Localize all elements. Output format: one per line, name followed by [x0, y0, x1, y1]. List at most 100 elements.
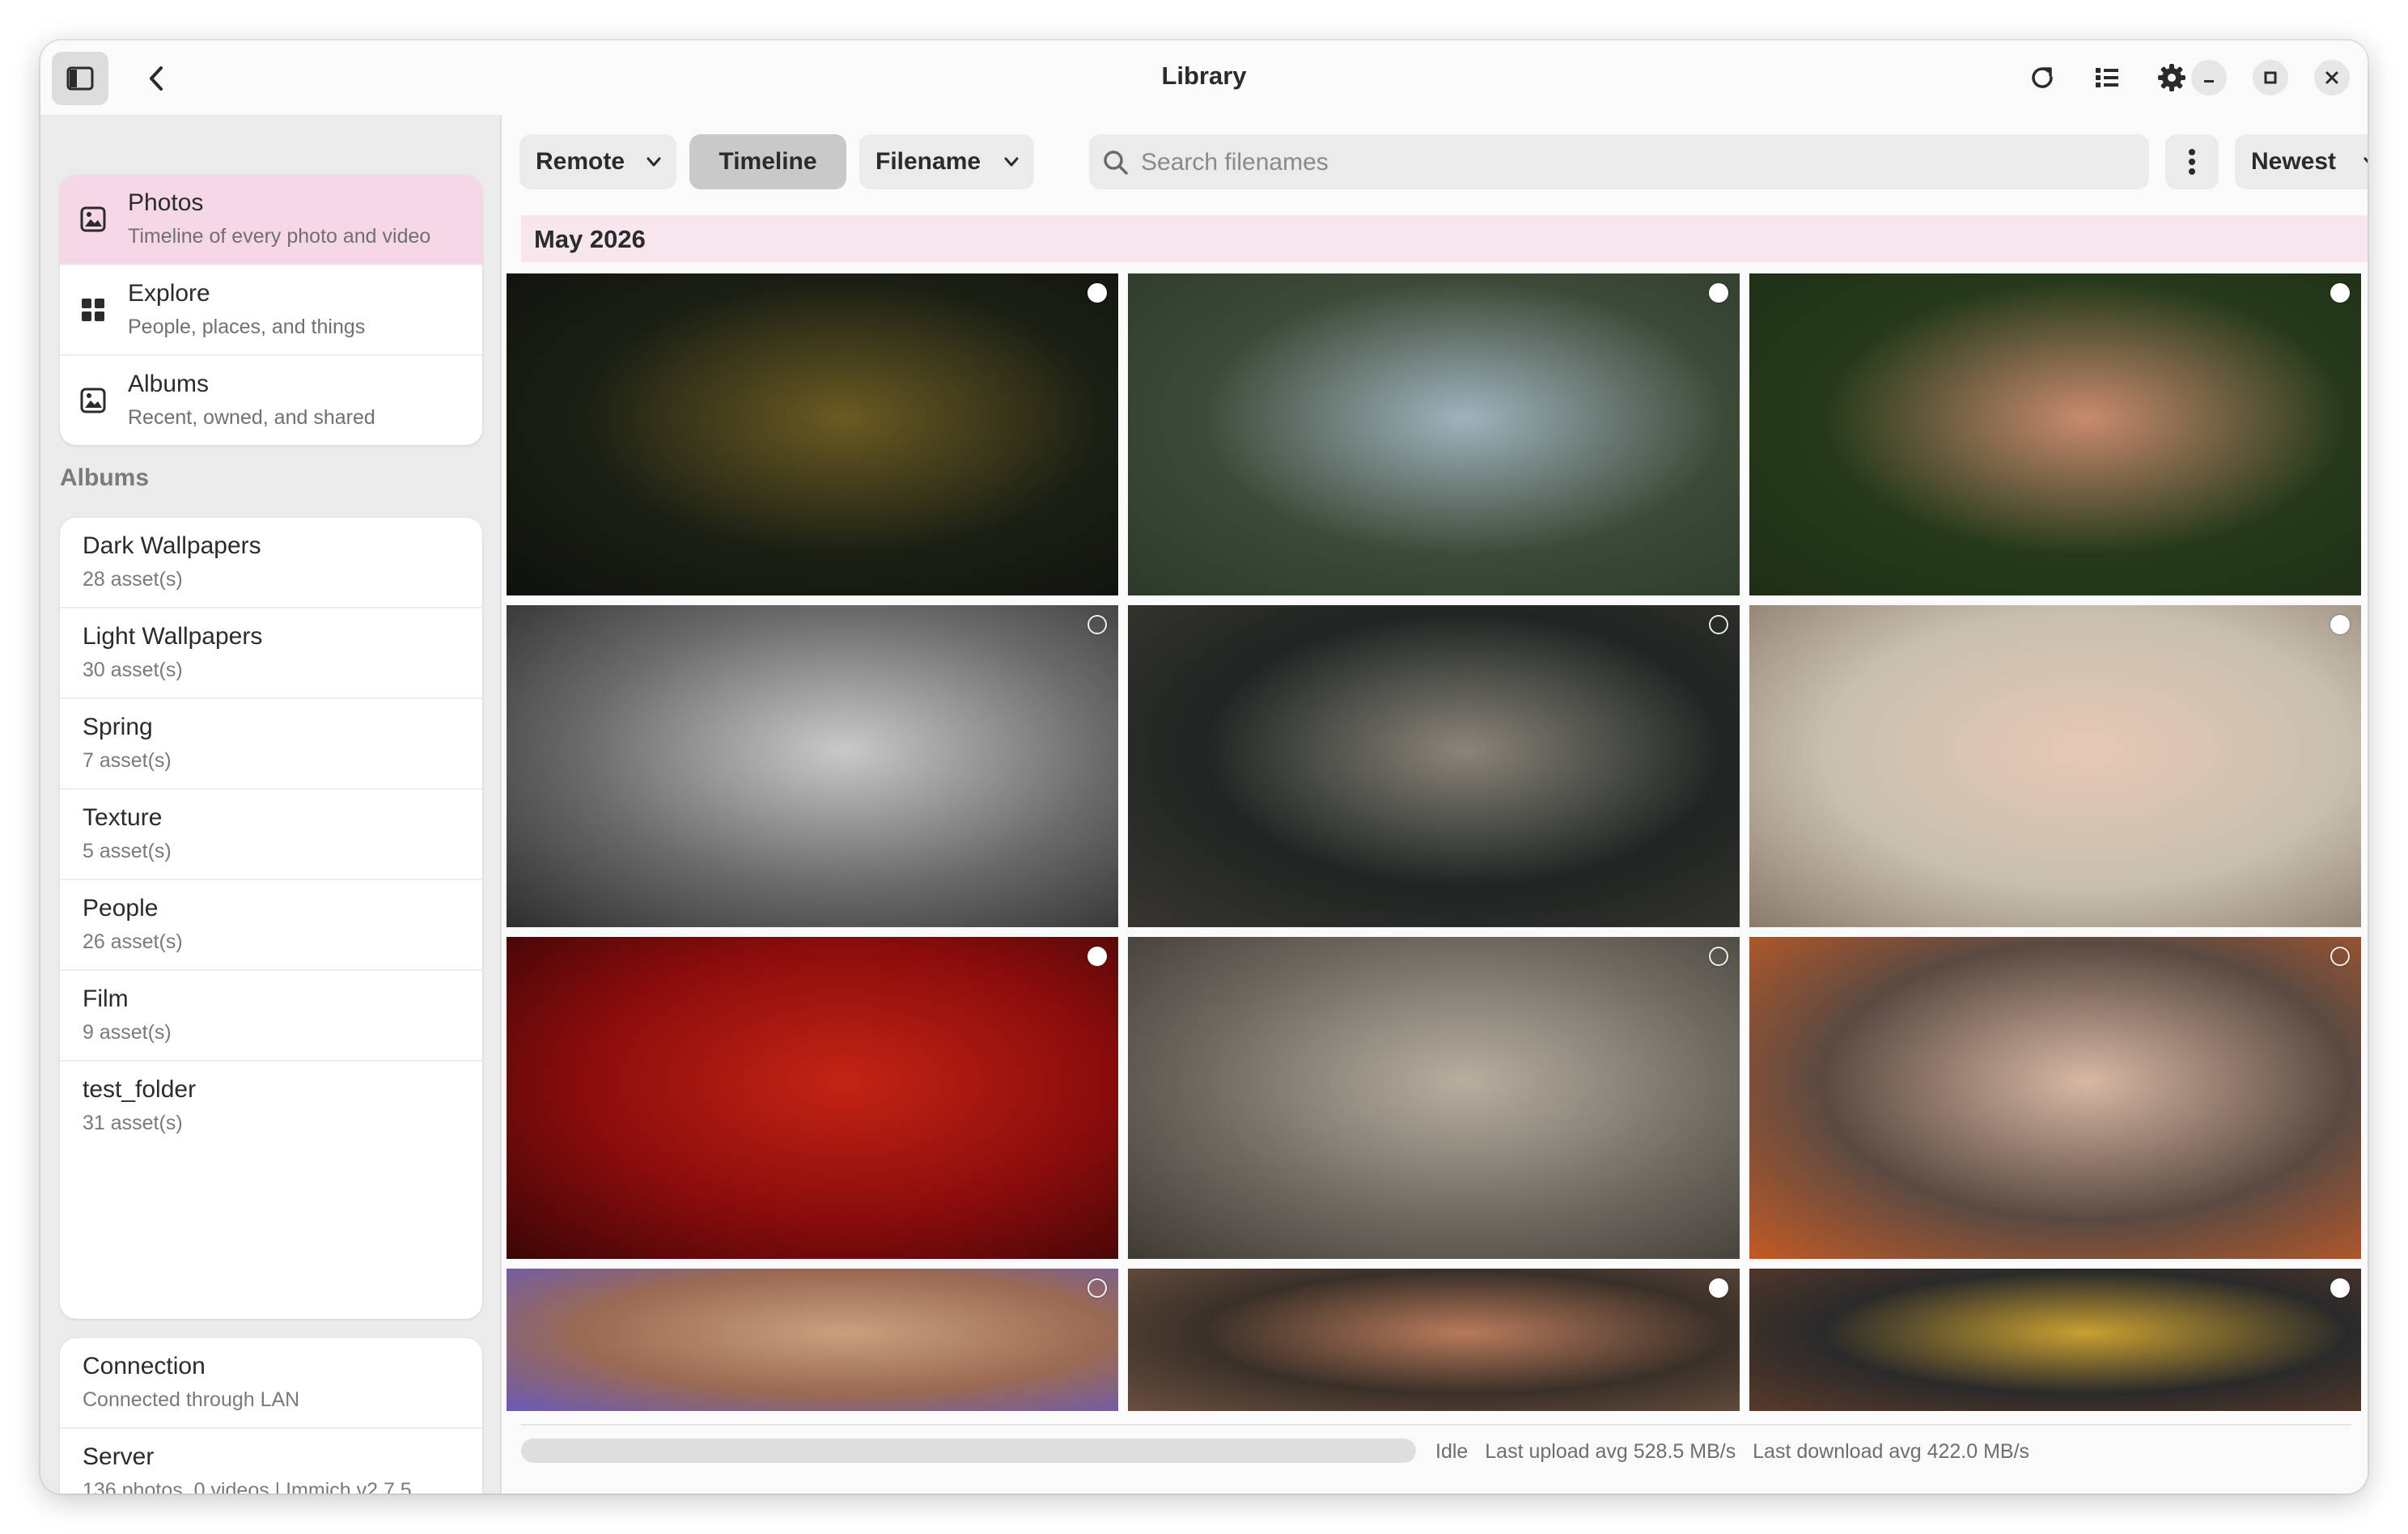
main-content: Remote Timeline Filename Newest: [502, 115, 2368, 1494]
selection-indicator[interactable]: [1087, 615, 1107, 634]
status-state: Idle: [1435, 1440, 1469, 1463]
photo-party[interactable]: [1128, 1269, 1740, 1411]
photo-sunglasses-bw[interactable]: [507, 605, 1118, 927]
album-count: 26 asset(s): [83, 930, 183, 953]
server-subtitle: 136 photos, 0 videos | Immich v2.7.5: [83, 1479, 412, 1494]
photo-father-baby[interactable]: [1128, 605, 1740, 927]
chevron-down-icon: [1004, 157, 1019, 167]
chevron-down-icon: [647, 157, 661, 167]
search-icon: [1104, 150, 1128, 175]
photo-goggles[interactable]: [507, 1269, 1118, 1411]
date-section-label: May 2026: [534, 225, 646, 253]
server-status[interactable]: Server 136 photos, 0 videos | Immich v2.…: [60, 1429, 482, 1494]
selection-indicator[interactable]: [2330, 1278, 2350, 1298]
album-count: 7 asset(s): [83, 749, 172, 772]
photo-woman-forest[interactable]: [1749, 273, 2361, 595]
selection-indicator[interactable]: [1709, 615, 1728, 634]
selection-indicator[interactable]: [1709, 283, 1728, 303]
maximize-icon: [2264, 71, 2277, 84]
search-input[interactable]: [1139, 141, 2130, 184]
status-text: Idle Last upload avg 528.5 MB/s Last dow…: [1435, 1440, 2041, 1464]
photo-scarf-woman[interactable]: [1749, 937, 2361, 1259]
more-vertical-icon: [2189, 149, 2195, 175]
sort-dropdown-label: Newest: [2251, 148, 2337, 175]
connection-card: Connection Connected through LAN Server …: [60, 1338, 482, 1494]
connection-subtitle: Connected through LAN: [83, 1388, 300, 1411]
album-count: 5 asset(s): [83, 840, 172, 862]
album-title: test_folder: [83, 1076, 197, 1103]
album-item-light-wallpapers[interactable]: Light Wallpapers 30 asset(s): [60, 608, 482, 699]
photo-market[interactable]: [1749, 1269, 2361, 1411]
field-dropdown-label: Filename: [875, 148, 981, 175]
server-title: Server: [83, 1443, 155, 1470]
album-title: Texture: [83, 804, 163, 831]
chevron-down-icon: [2363, 157, 2368, 163]
photo-smiling-baby[interactable]: [1749, 605, 2361, 927]
source-dropdown[interactable]: Remote: [519, 134, 676, 189]
album-count: 28 asset(s): [83, 568, 183, 591]
album-count: 30 asset(s): [83, 659, 183, 681]
selection-indicator[interactable]: [1709, 1278, 1728, 1298]
nav-item-photos[interactable]: Photos Timeline of every photo and video: [60, 175, 482, 265]
source-dropdown-label: Remote: [536, 148, 625, 175]
nav-item-explore[interactable]: Explore People, places, and things: [60, 265, 482, 356]
close-button[interactable]: [2314, 60, 2350, 95]
gear-icon: [2158, 64, 2185, 91]
nav-item-subtitle: Timeline of every photo and video: [128, 225, 431, 248]
settings-button[interactable]: [2147, 53, 2196, 102]
selection-indicator[interactable]: [1709, 947, 1728, 966]
image-icon: [80, 388, 106, 413]
minimize-button[interactable]: [2191, 60, 2227, 95]
refresh-icon: [2032, 67, 2053, 88]
selection-indicator[interactable]: [1087, 283, 1107, 303]
nav-item-title: Albums: [128, 371, 210, 397]
timeline-toggle[interactable]: Timeline: [689, 134, 846, 189]
maximize-button[interactable]: [2253, 60, 2288, 95]
album-title: Light Wallpapers: [83, 623, 263, 650]
connection-status[interactable]: Connection Connected through LAN: [60, 1338, 482, 1429]
album-title: Dark Wallpapers: [83, 532, 261, 559]
album-title: Film: [83, 985, 129, 1012]
status-upload: Last upload avg 528.5 MB/s: [1485, 1440, 1736, 1463]
album-item-test-folder[interactable]: test_folder 31 asset(s): [60, 1062, 482, 1150]
album-item-film[interactable]: Film 9 asset(s): [60, 971, 482, 1062]
nav-item-albums[interactable]: Albums Recent, owned, and shared: [60, 356, 482, 445]
date-section-header: May 2026: [521, 215, 2368, 262]
header-bar: Library: [40, 40, 2368, 115]
timeline-toggle-label: Timeline: [719, 148, 817, 175]
nav-item-title: Photos: [128, 189, 204, 216]
sidebar: Photos Timeline of every photo and video…: [40, 115, 502, 1494]
selection-indicator[interactable]: [2330, 947, 2350, 966]
album-item-spring[interactable]: Spring 7 asset(s): [60, 699, 482, 790]
album-title: Spring: [83, 714, 153, 740]
nav-card: Photos Timeline of every photo and video…: [60, 175, 482, 445]
photo-red-portrait[interactable]: [507, 937, 1118, 1259]
transfer-progress-bar: [521, 1439, 1416, 1463]
list-view-button[interactable]: [2083, 53, 2131, 102]
status-download: Last download avg 422.0 MB/s: [1753, 1440, 2030, 1463]
album-item-texture[interactable]: Texture 5 asset(s): [60, 790, 482, 880]
nav-item-subtitle: People, places, and things: [128, 316, 366, 338]
photo-waterfall-man[interactable]: [1128, 273, 1740, 595]
app-window: Library Photos Timeline of every photo a…: [40, 40, 2368, 1494]
album-item-people[interactable]: People 26 asset(s): [60, 880, 482, 971]
more-options-button[interactable]: [2165, 134, 2219, 189]
sort-dropdown[interactable]: Newest: [2235, 134, 2368, 189]
search-field[interactable]: [1089, 134, 2149, 189]
selection-indicator[interactable]: [1087, 1278, 1107, 1298]
list-icon: [2096, 68, 2118, 87]
nav-item-title: Explore: [128, 280, 210, 307]
field-dropdown[interactable]: Filename: [859, 134, 1034, 189]
nav-item-subtitle: Recent, owned, and shared: [128, 406, 375, 429]
album-item-dark-wallpapers[interactable]: Dark Wallpapers 28 asset(s): [60, 518, 482, 608]
refresh-button[interactable]: [2018, 53, 2067, 102]
album-list: Dark Wallpapers 28 asset(s) Light Wallpa…: [60, 518, 482, 1319]
photo-night-station[interactable]: [507, 273, 1118, 595]
minimize-icon: [2204, 80, 2214, 83]
albums-section-label: Albums: [60, 464, 150, 491]
album-count: 31 asset(s): [83, 1112, 183, 1134]
photo-beach-woman[interactable]: [1128, 937, 1740, 1259]
selection-indicator[interactable]: [2330, 283, 2350, 303]
selection-indicator[interactable]: [2330, 615, 2350, 634]
selection-indicator[interactable]: [1087, 947, 1107, 966]
